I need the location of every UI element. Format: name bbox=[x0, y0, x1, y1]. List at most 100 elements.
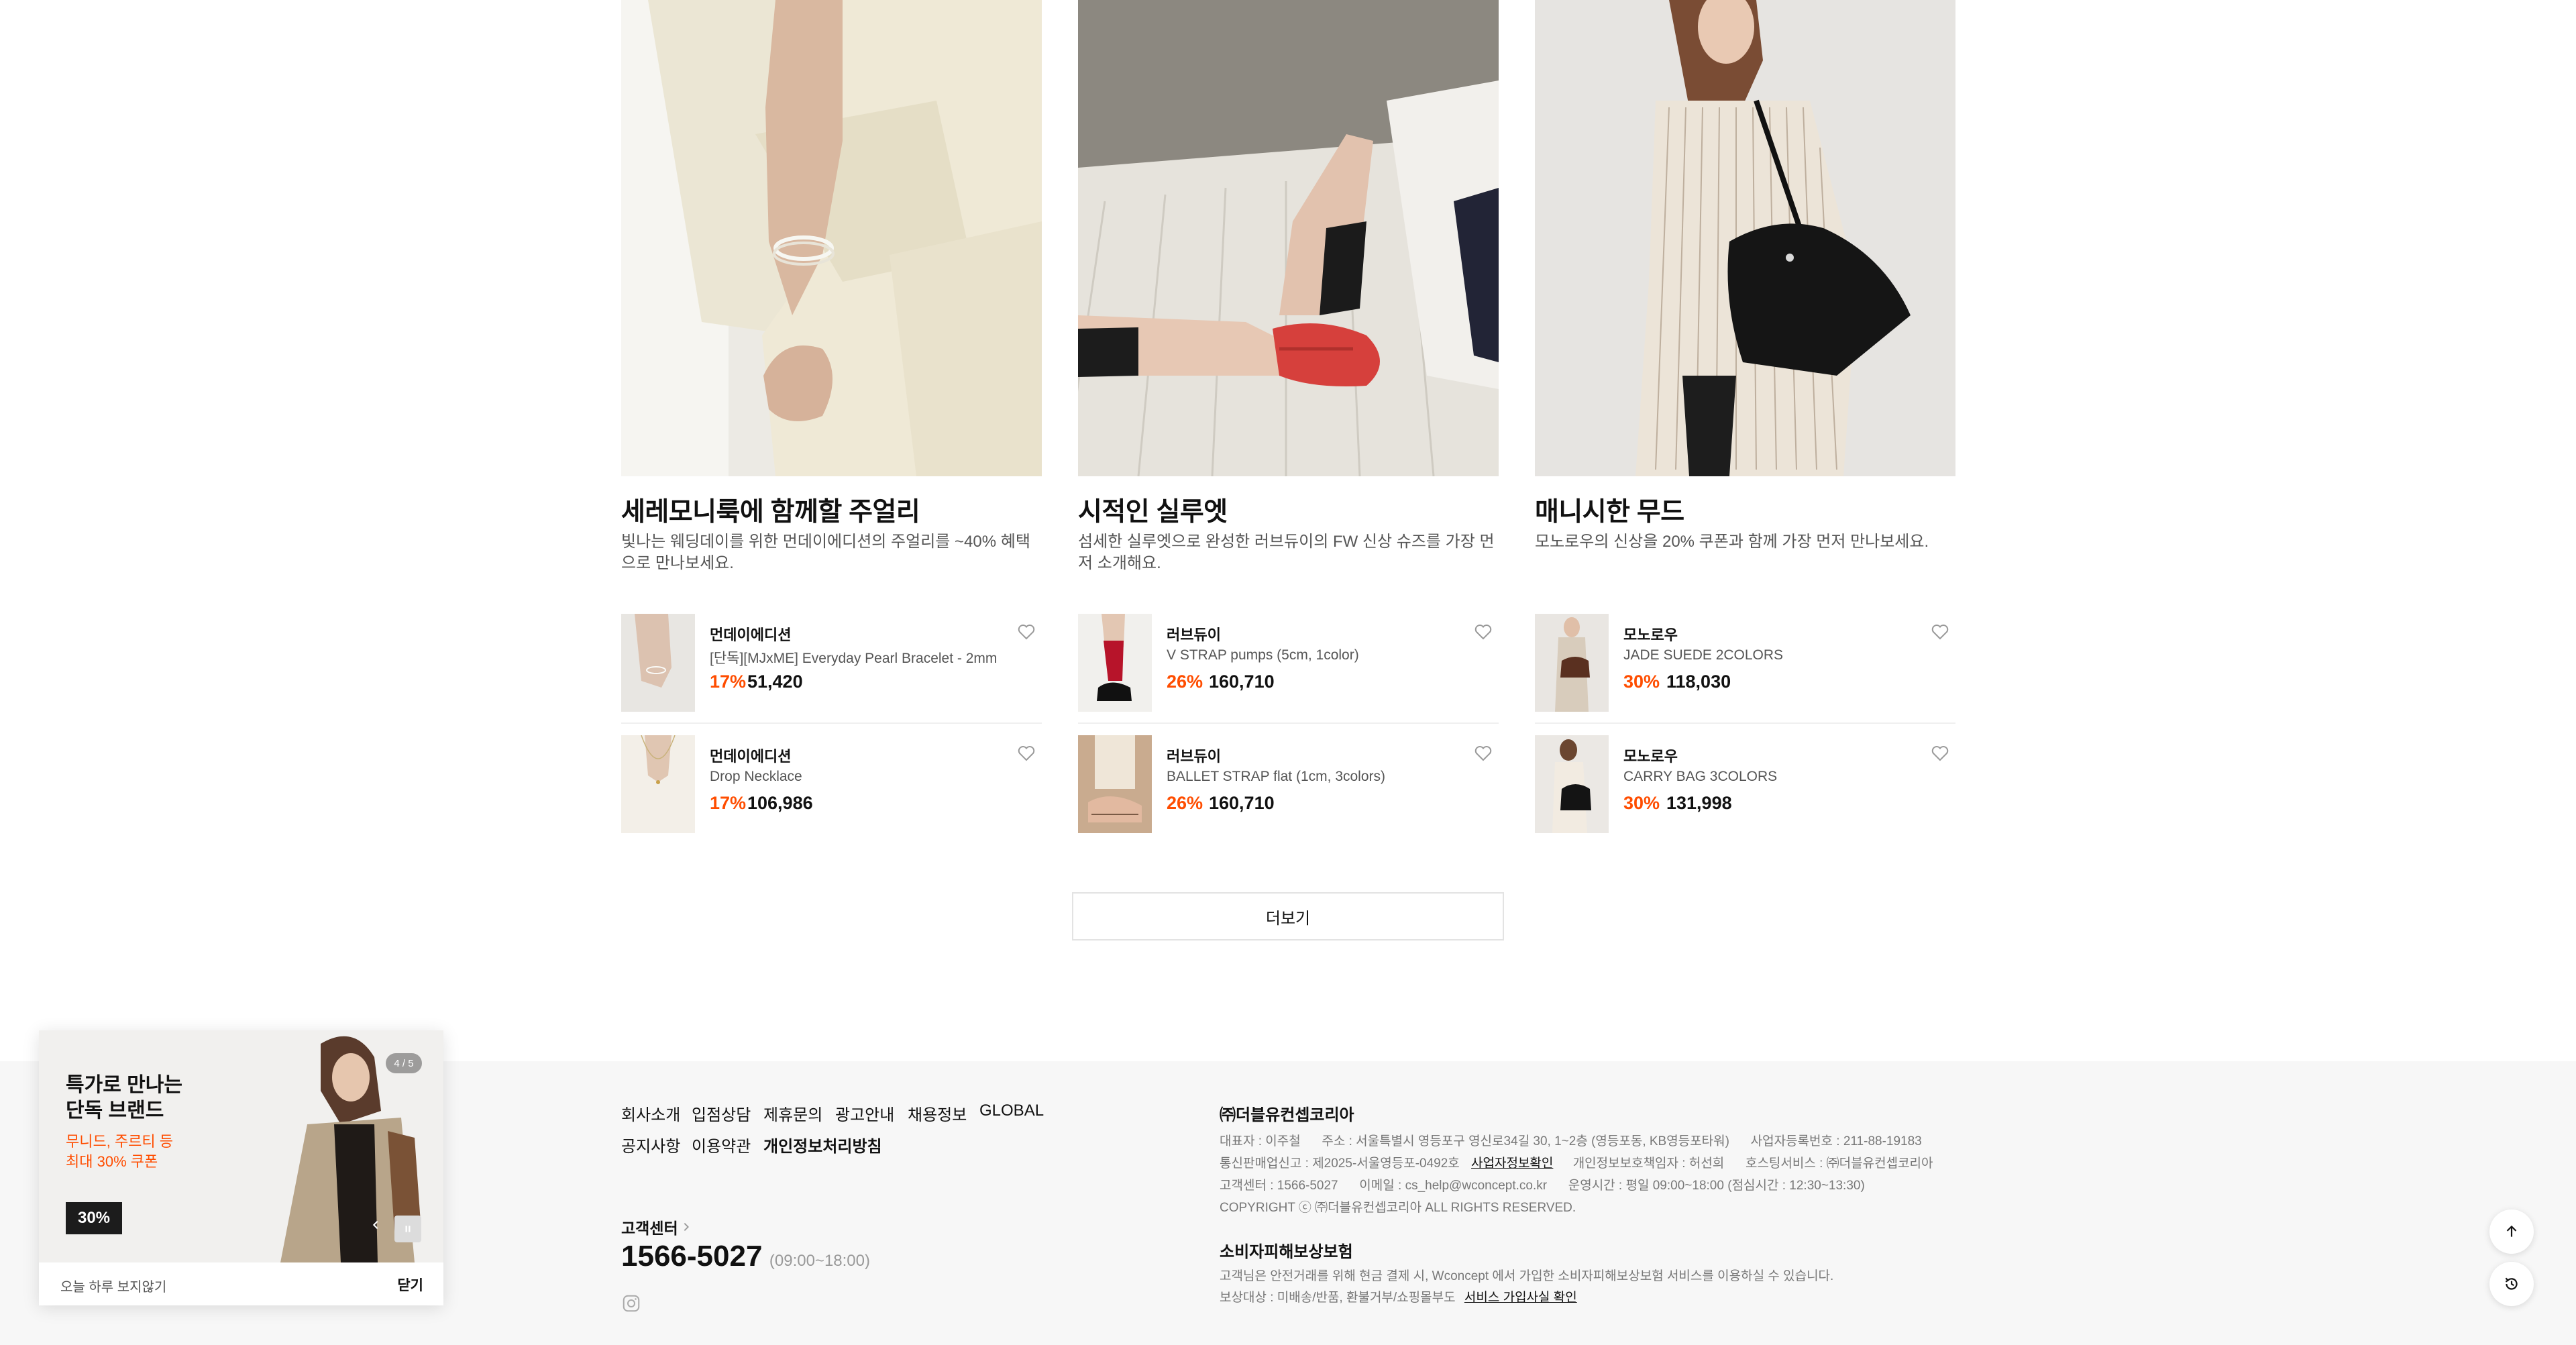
product-brand: 먼데이에디션 bbox=[710, 748, 792, 765]
product-discount: 30% bbox=[1623, 671, 1660, 692]
product-price: 106,986 bbox=[747, 793, 813, 813]
section-description: 모노로우의 신상을 20% 쿠폰과 함께 가장 먼저 만나보세요. bbox=[1535, 533, 1929, 551]
product-discount: 30% bbox=[1623, 793, 1660, 813]
footer-link-privacy[interactable]: 개인정보처리방침 bbox=[763, 1133, 882, 1156]
customer-center-label: 고객센터 bbox=[621, 1220, 678, 1237]
section-title: 매니시한 무드 bbox=[1535, 498, 1684, 527]
section-hero-image[interactable] bbox=[621, 0, 1042, 476]
promo-banner[interactable]: 특가로 만나는 단독 브랜드 무니드, 주르티 등 최대 30% 쿠폰 30% … bbox=[39, 1030, 443, 1262]
product-card[interactable]: 먼데이에디션 Drop Necklace 17% 106,986 bbox=[621, 735, 1042, 833]
mail-order-registration: 통신판매업신고 : 제2025-서울영등포-0492호 bbox=[1220, 1156, 1460, 1171]
product-card[interactable]: 러브듀이 V STRAP pumps (5cm, 1color) 26% 160… bbox=[1078, 614, 1499, 712]
product-name[interactable]: Drop Necklace bbox=[710, 769, 802, 785]
section-description: 빛나는 웨딩데이를 위한 먼데이에디션의 주얼리를 ~40% 혜택으로 만나보세… bbox=[621, 533, 1030, 572]
divider bbox=[1535, 722, 1955, 724]
footer-link-ads[interactable]: 광고안내 bbox=[835, 1101, 894, 1125]
promo-subtitle: 무니드, 주르티 등 bbox=[66, 1133, 174, 1150]
section-title: 시적인 실루엣 bbox=[1078, 498, 1228, 527]
product-discount: 17% bbox=[710, 671, 747, 692]
promo-title-line: 단독 브랜드 bbox=[66, 1099, 164, 1122]
company-info-line: 통신판매업신고 : 제2025-서울영등포-0492호 사업자정보확인 개인정보… bbox=[1220, 1153, 1933, 1171]
scroll-to-top-button[interactable] bbox=[2489, 1209, 2534, 1254]
product-brand: 러브듀이 bbox=[1167, 748, 1221, 765]
customer-center-link[interactable]: 고객센터 bbox=[621, 1216, 692, 1238]
company-info-line: 고객센터 : 1566-5027 이메일 : cs_help@wconcept.… bbox=[1220, 1179, 1865, 1193]
hero-shoes-photo bbox=[1078, 0, 1499, 476]
more-button[interactable]: 더보기 bbox=[1072, 892, 1504, 940]
section-title: 세레모니룩에 함께할 주얼리 bbox=[621, 498, 920, 527]
footer-link-affiliate[interactable]: 제휴문의 bbox=[763, 1101, 822, 1125]
hero-bag-photo bbox=[1535, 0, 1955, 476]
section-hero-image[interactable] bbox=[1535, 0, 1955, 476]
product-thumbnail[interactable] bbox=[621, 735, 695, 833]
product-card[interactable]: 러브듀이 BALLET STRAP flat (1cm, 3colors) 26… bbox=[1078, 735, 1499, 833]
product-thumbnail[interactable] bbox=[1078, 735, 1152, 833]
footer-link-notice[interactable]: 공지사항 bbox=[621, 1133, 680, 1156]
footer-link-careers[interactable]: 채용정보 bbox=[908, 1101, 967, 1125]
customer-center-hours: (09:00~18:00) bbox=[769, 1252, 870, 1270]
promo-discount-badge: 30% bbox=[66, 1202, 122, 1234]
slide-counter: 4 / 5 bbox=[386, 1053, 422, 1073]
product-name[interactable]: [단독][MJxME] Everyday Pearl Bracelet - 2m… bbox=[710, 647, 997, 667]
insurance-verify-link[interactable]: 서비스 가입사실 확인 bbox=[1464, 1291, 1577, 1305]
arrow-up-icon bbox=[2506, 1225, 2517, 1237]
customer-center-phone-row: 1566-5027 (09:00~18:00) bbox=[621, 1240, 870, 1273]
heart-icon[interactable] bbox=[1016, 743, 1036, 763]
section-hero-image[interactable] bbox=[1078, 0, 1499, 476]
product-thumbnail[interactable] bbox=[621, 614, 695, 712]
company-name: ㈜더블유컨셉코리아 bbox=[1220, 1106, 1354, 1124]
product-card[interactable]: 모노로우 CARRY BAG 3COLORS 30% 131,998 bbox=[1535, 735, 1955, 833]
product-name[interactable]: BALLET STRAP flat (1cm, 3colors) bbox=[1167, 769, 1385, 785]
divider bbox=[621, 722, 1042, 724]
chevron-right-icon bbox=[684, 1223, 689, 1231]
product-name[interactable]: CARRY BAG 3COLORS bbox=[1623, 769, 1777, 785]
heart-icon[interactable] bbox=[1016, 622, 1036, 642]
product-thumbnail[interactable] bbox=[1535, 735, 1609, 833]
product-price: 51,420 bbox=[747, 671, 803, 692]
heart-icon[interactable] bbox=[1930, 743, 1950, 763]
product-name[interactable]: JADE SUEDE 2COLORS bbox=[1623, 647, 1783, 663]
history-icon bbox=[2505, 1277, 2518, 1290]
divider bbox=[1078, 722, 1499, 724]
product-brand: 먼데이에디션 bbox=[710, 627, 792, 643]
heart-icon[interactable] bbox=[1930, 622, 1950, 642]
hero-jewelry-photo bbox=[621, 0, 1042, 476]
business-info-link[interactable]: 사업자정보확인 bbox=[1471, 1156, 1553, 1171]
section-description: 섬세한 실루엣으로 완성한 러브듀이의 FW 신상 슈즈를 가장 먼저 소개해요… bbox=[1078, 533, 1495, 572]
footer-link-terms[interactable]: 이용약관 bbox=[692, 1133, 751, 1156]
privacy-officer-info: 개인정보보호책임자 : 허선희 호스팅서비스 : ㈜더블유컨셉코리아 bbox=[1572, 1156, 1933, 1171]
insurance-line: 보상대상 : 미배송/반품, 환불거부/쇼핑몰부도 서비스 가입사실 확인 bbox=[1220, 1287, 1577, 1305]
dismiss-today-button[interactable]: 오늘 하루 보지않기 bbox=[60, 1276, 166, 1295]
company-info-line: 대표자 : 이주철 주소 : 서울특별시 영등포구 영신로34길 30, 1~2… bbox=[1220, 1134, 1922, 1148]
slide-prev-button[interactable] bbox=[364, 1212, 388, 1238]
product-brand: 러브듀이 bbox=[1167, 627, 1221, 643]
footer-link-global[interactable]: GLOBAL bbox=[979, 1101, 1044, 1120]
recently-viewed-button[interactable] bbox=[2489, 1262, 2534, 1306]
product-discount: 17% bbox=[710, 793, 747, 813]
insurance-title: 소비자피해보상보험 bbox=[1220, 1243, 1353, 1261]
product-discount: 26% bbox=[1167, 671, 1203, 692]
customer-center-phone[interactable]: 1566-5027 bbox=[621, 1240, 762, 1273]
heart-icon[interactable] bbox=[1473, 743, 1493, 763]
footer-link-about[interactable]: 회사소개 bbox=[621, 1101, 680, 1125]
chevron-left-icon bbox=[372, 1220, 378, 1230]
promo-popup: 특가로 만나는 단독 브랜드 무니드, 주르티 등 최대 30% 쿠폰 30% … bbox=[39, 1030, 443, 1305]
product-price: 131,998 bbox=[1666, 793, 1732, 813]
insurance-line: 고객님은 안전거래를 위해 현금 결제 시, Wconcept 에서 가입한 소… bbox=[1220, 1269, 1834, 1283]
product-brand: 모노로우 bbox=[1623, 748, 1678, 765]
slide-pause-button[interactable] bbox=[394, 1216, 421, 1242]
product-card[interactable]: 먼데이에디션 [단독][MJxME] Everyday Pearl Bracel… bbox=[621, 614, 1042, 712]
copyright: COPYRIGHT ⓒ ㈜더블유컨셉코리아 ALL RIGHTS RESERVE… bbox=[1220, 1201, 1576, 1215]
instagram-icon[interactable] bbox=[621, 1293, 641, 1313]
heart-icon[interactable] bbox=[1473, 622, 1493, 642]
promo-subtitle: 최대 30% 쿠폰 bbox=[66, 1153, 158, 1170]
footer-link-partner-inquiry[interactable]: 입점상담 bbox=[692, 1101, 751, 1125]
product-name[interactable]: V STRAP pumps (5cm, 1color) bbox=[1167, 647, 1359, 663]
pause-icon bbox=[405, 1226, 411, 1232]
popup-close-button[interactable]: 닫기 bbox=[397, 1275, 423, 1295]
product-brand: 모노로우 bbox=[1623, 627, 1678, 643]
product-thumbnail[interactable] bbox=[1078, 614, 1152, 712]
product-thumbnail[interactable] bbox=[1535, 614, 1609, 712]
product-card[interactable]: 모노로우 JADE SUEDE 2COLORS 30% 118,030 bbox=[1535, 614, 1955, 712]
product-price: 118,030 bbox=[1666, 671, 1731, 692]
